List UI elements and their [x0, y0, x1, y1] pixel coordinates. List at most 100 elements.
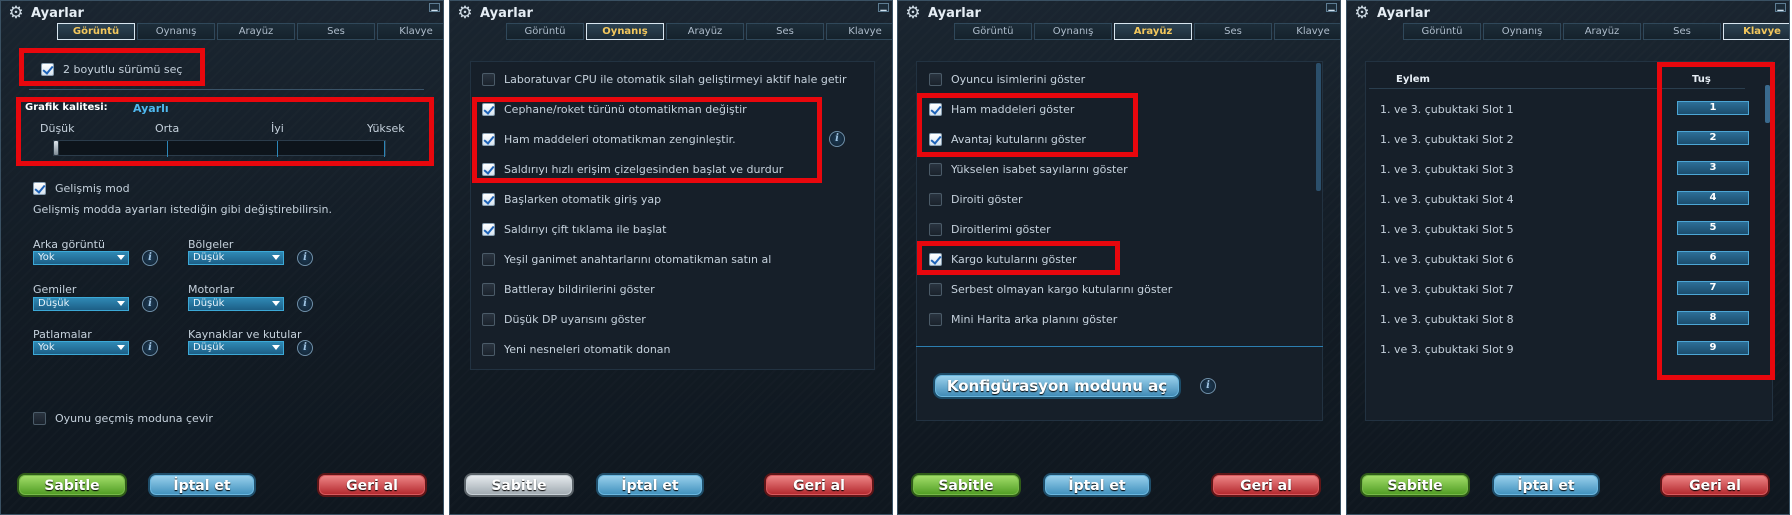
apply-button[interactable]: Sabitle [17, 473, 127, 497]
tab-interface[interactable]: Arayüz [217, 23, 295, 40]
revert-button[interactable]: Geri al [764, 473, 874, 497]
key-binding-cell[interactable]: 3 [1677, 161, 1749, 175]
option-row[interactable]: Yükselen isabet sayılarını göster [929, 160, 1128, 178]
tab-display[interactable]: Görüntü [57, 23, 135, 40]
option-checkbox[interactable] [929, 72, 942, 86]
tab-keyboard[interactable]: Klavye [826, 23, 892, 40]
option-checkbox[interactable] [482, 162, 495, 176]
option-checkbox[interactable] [482, 282, 495, 296]
key-binding-cell[interactable]: 8 [1677, 311, 1749, 325]
tab-sound[interactable]: Ses [1194, 23, 1272, 40]
option-row[interactable]: Diroitlerimi göster [929, 220, 1051, 238]
tab-interface[interactable]: Arayüz [1563, 23, 1641, 40]
option-row[interactable]: Serbest olmayan kargo kutularını göster [929, 280, 1172, 298]
scrollbar[interactable] [1316, 63, 1321, 191]
option-checkbox[interactable] [482, 132, 495, 146]
cancel-button[interactable]: İptal et [596, 473, 704, 497]
cancel-button[interactable]: İptal et [1043, 473, 1151, 497]
apply-button[interactable]: Sabitle [911, 473, 1021, 497]
info-icon[interactable]: i [297, 250, 313, 266]
option-row[interactable]: Diroiti göster [929, 190, 1023, 208]
option-checkbox[interactable] [929, 102, 942, 116]
resources-select[interactable]: Düşük [188, 341, 284, 355]
info-icon[interactable]: i [142, 296, 158, 312]
option-checkbox[interactable] [929, 162, 942, 176]
tab-gameplay[interactable]: Oynanış [586, 23, 664, 40]
minimize-button[interactable]: ▁ [878, 3, 889, 12]
tab-gameplay[interactable]: Oynanış [1483, 23, 1561, 40]
key-binding-cell[interactable]: 5 [1677, 221, 1749, 235]
twod-checkbox[interactable] [41, 62, 54, 76]
revert-button[interactable]: Geri al [317, 473, 427, 497]
tab-sound[interactable]: Ses [297, 23, 375, 40]
option-row[interactable]: Ham maddeleri göster [929, 100, 1074, 118]
quality-slider[interactable] [53, 140, 386, 157]
scrollbar[interactable] [1765, 85, 1770, 123]
revert-button[interactable]: Geri al [1211, 473, 1321, 497]
option-row[interactable]: Yeni nesneleri otomatik donan [482, 340, 671, 358]
option-checkbox[interactable] [929, 132, 942, 146]
minimize-button[interactable]: ▁ [1326, 3, 1337, 12]
legacy-checkbox[interactable] [33, 411, 46, 425]
option-row[interactable]: Oyuncu isimlerini göster [929, 70, 1085, 88]
option-row[interactable]: Başlarken otomatik giriş yap [482, 190, 661, 208]
tab-interface[interactable]: Arayüz [1114, 23, 1192, 40]
engines-select[interactable]: Düşük [188, 297, 284, 311]
option-row[interactable]: Laboratuvar CPU ile otomatik silah geliş… [482, 70, 847, 88]
info-icon[interactable]: i [829, 131, 845, 147]
key-binding-cell[interactable]: 6 [1677, 251, 1749, 265]
config-mode-button[interactable]: Konfigürasyon modunu aç [933, 373, 1181, 399]
tab-sound[interactable]: Ses [746, 23, 824, 40]
tab-display[interactable]: Görüntü [954, 23, 1032, 40]
info-icon[interactable]: i [142, 340, 158, 356]
tab-display[interactable]: Görüntü [1403, 23, 1481, 40]
tab-keyboard[interactable]: Klavye [377, 23, 443, 40]
key-binding-cell[interactable]: 1 [1677, 101, 1749, 115]
option-checkbox[interactable] [482, 252, 495, 266]
key-binding-cell[interactable]: 7 [1677, 281, 1749, 295]
ships-select[interactable]: Düşük [33, 297, 129, 311]
revert-button[interactable]: Geri al [1660, 473, 1770, 497]
option-checkbox[interactable] [482, 102, 495, 116]
slider-thumb[interactable] [53, 140, 59, 156]
option-checkbox[interactable] [482, 192, 495, 206]
minimize-button[interactable]: ▁ [1775, 3, 1786, 12]
tab-keyboard[interactable]: Klavye [1274, 23, 1340, 40]
option-row[interactable]: Saldırıyı hızlı erişim çizelgesinden baş… [482, 160, 783, 178]
option-row[interactable]: Düşük DP uyarısını göster [482, 310, 646, 328]
key-binding-cell[interactable]: 4 [1677, 191, 1749, 205]
option-checkbox[interactable] [929, 282, 942, 296]
info-icon[interactable]: i [297, 296, 313, 312]
option-row[interactable]: Saldırıyı çift tıklama ile başlat [482, 220, 666, 238]
zones-select[interactable]: Düşük [188, 251, 284, 265]
info-icon[interactable]: i [297, 340, 313, 356]
tab-gameplay[interactable]: Oynanış [1034, 23, 1112, 40]
option-row[interactable]: Cephane/roket türünü otomatikman değişti… [482, 100, 747, 118]
option-checkbox[interactable] [929, 252, 942, 266]
option-checkbox[interactable] [482, 342, 495, 356]
apply-button[interactable]: Sabitle [464, 473, 574, 497]
legacy-option[interactable]: Oyunu geçmiş moduna çevir [33, 409, 213, 427]
tab-sound[interactable]: Ses [1643, 23, 1721, 40]
option-checkbox[interactable] [482, 312, 495, 326]
background-select[interactable]: Yok [33, 251, 129, 265]
tab-gameplay[interactable]: Oynanış [137, 23, 215, 40]
option-row[interactable]: Mini Harita arka planını göster [929, 310, 1117, 328]
twod-option[interactable]: 2 boyutlu sürümü seç [41, 60, 182, 78]
info-icon[interactable]: i [142, 250, 158, 266]
option-row[interactable]: Ham maddeleri otomatikman zenginleştir. [482, 130, 736, 148]
cancel-button[interactable]: İptal et [148, 473, 256, 497]
option-checkbox[interactable] [482, 222, 495, 236]
option-row[interactable]: Battleray bildirilerini göster [482, 280, 655, 298]
option-row[interactable]: Kargo kutularını göster [929, 250, 1077, 268]
info-icon[interactable]: i [1200, 378, 1216, 394]
tab-display[interactable]: Görüntü [506, 23, 584, 40]
option-row[interactable]: Yeşil ganimet anahtarlarını otomatikman … [482, 250, 771, 268]
option-checkbox[interactable] [929, 312, 942, 326]
advanced-checkbox[interactable] [33, 181, 46, 195]
explosions-select[interactable]: Yok [33, 341, 129, 355]
option-checkbox[interactable] [482, 72, 495, 86]
apply-button[interactable]: Sabitle [1360, 473, 1470, 497]
minimize-button[interactable]: ▁ [429, 3, 440, 12]
option-checkbox[interactable] [929, 192, 942, 206]
